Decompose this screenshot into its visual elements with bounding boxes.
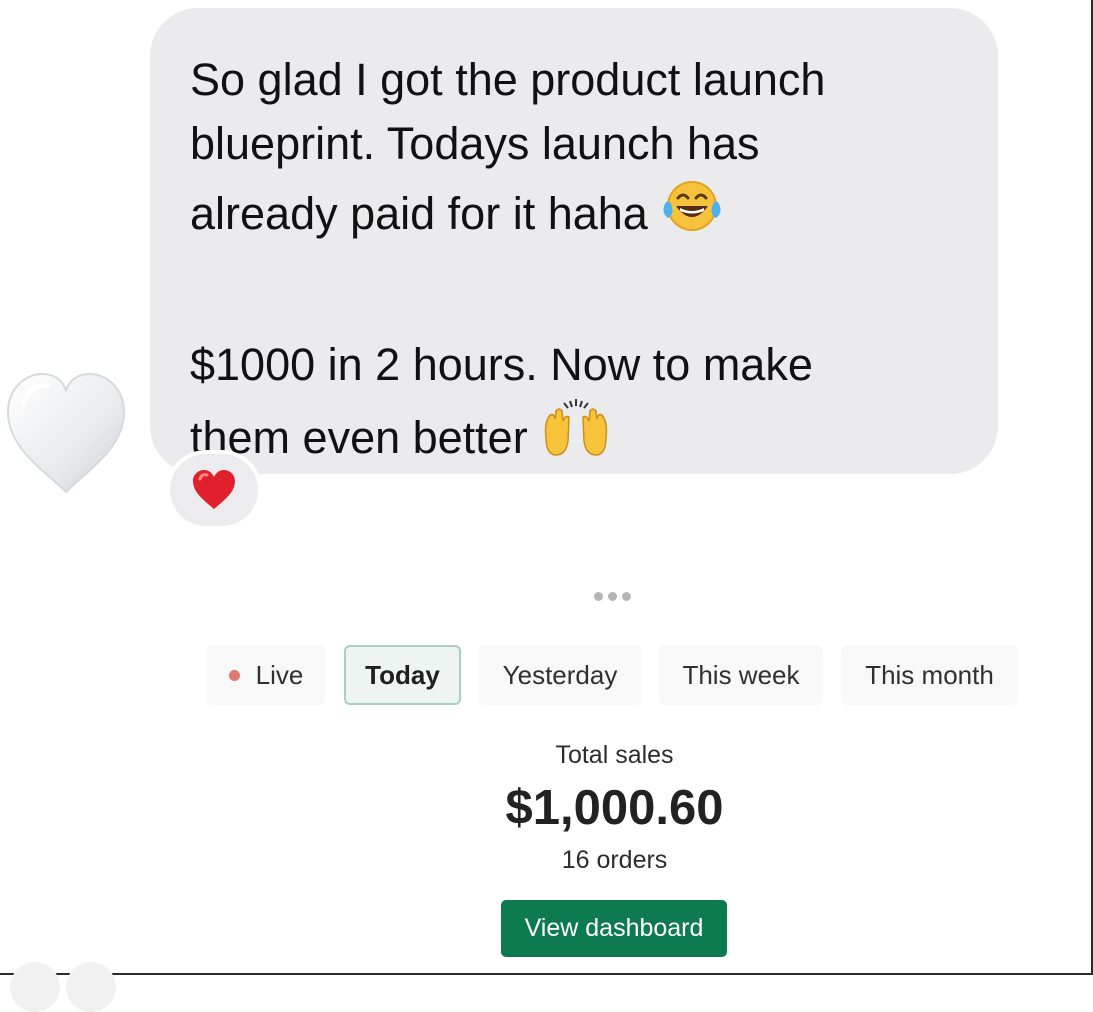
tab-this-month[interactable]: This month — [841, 645, 1018, 705]
message-line-5: them even better — [190, 397, 958, 478]
total-sales-value: $1,000.60 — [505, 781, 724, 835]
message-line-4: $1000 in 2 hours. Now to make — [190, 339, 813, 390]
period-tabs: Live Today Yesterday This week This mont… — [0, 645, 1093, 705]
white-heart-icon — [6, 372, 126, 494]
partial-avatars — [10, 962, 116, 1012]
message-line-3: already paid for it haha — [190, 176, 958, 251]
live-dot-icon — [228, 669, 240, 681]
orders-count: 16 orders — [561, 846, 668, 874]
tab-this-week[interactable]: This week — [659, 645, 823, 705]
message-bubble[interactable]: So glad I got the product launch bluepri… — [150, 8, 998, 474]
message-line-3-text: already paid for it haha — [190, 187, 648, 239]
message-line-2: blueprint. Todays launch has — [190, 118, 760, 169]
message-line-1: So glad I got the product launch — [190, 54, 826, 105]
tab-today[interactable]: Today — [344, 645, 461, 705]
avatar — [66, 962, 116, 1012]
tab-yesterday[interactable]: Yesterday — [479, 645, 641, 705]
red-heart-icon — [193, 470, 235, 509]
view-dashboard-button[interactable]: View dashboard — [501, 900, 727, 957]
total-sales-label: Total sales — [555, 741, 674, 769]
avatar — [10, 962, 60, 1012]
tab-yesterday-label: Yesterday — [502, 659, 618, 690]
tears-of-joy-emoji-icon — [660, 176, 724, 251]
message-reaction[interactable] — [166, 450, 262, 530]
tab-this-week-label: This week — [682, 659, 800, 690]
raising-hands-emoji-icon — [540, 397, 612, 478]
tab-live-label: Live — [255, 659, 304, 690]
more-options-icon[interactable] — [594, 592, 631, 601]
tab-live[interactable]: Live — [207, 645, 325, 705]
tab-today-label: Today — [365, 659, 440, 690]
tab-this-month-label: This month — [865, 659, 994, 690]
